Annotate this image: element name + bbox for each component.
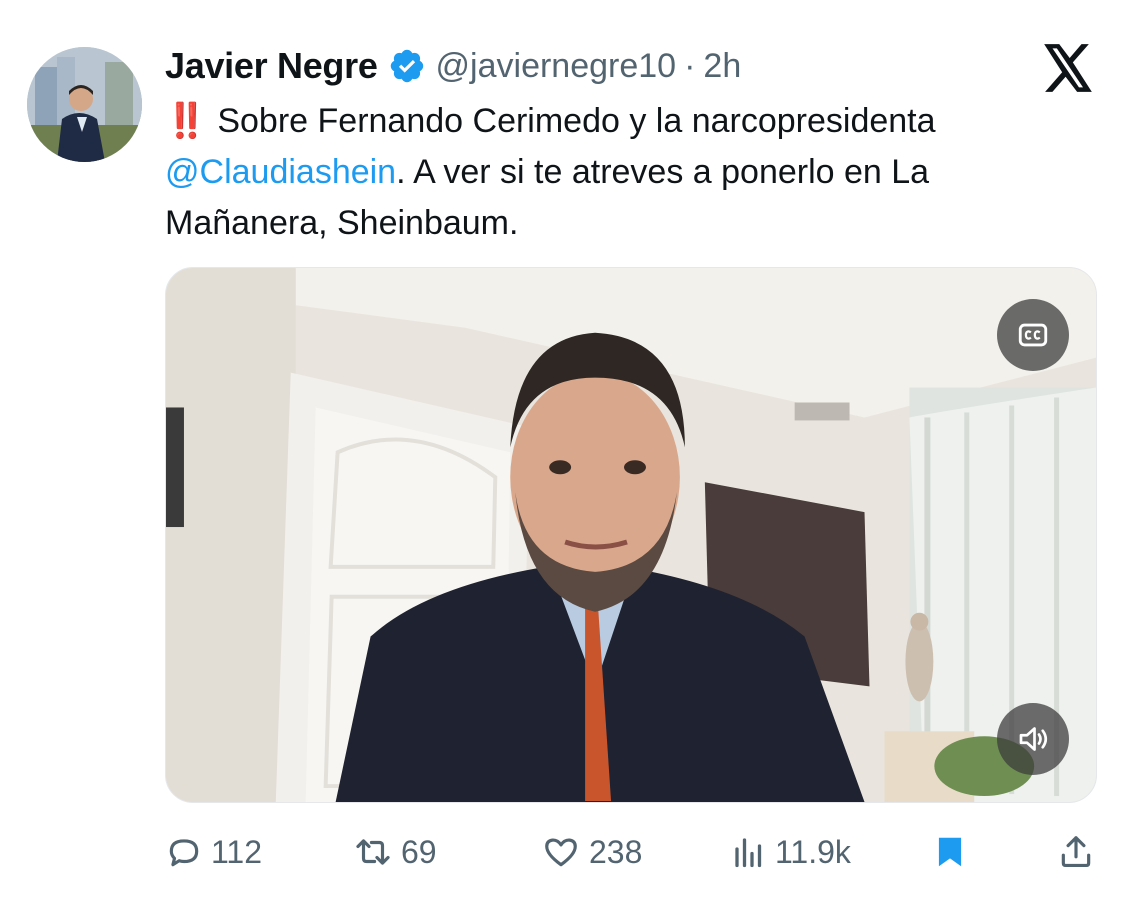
bookmark-button[interactable] [931,825,969,879]
x-logo-icon [1042,44,1094,92]
avatar-image [27,47,142,162]
separator-dot: · [684,46,696,85]
author-name[interactable]: Javier Negre [165,45,378,87]
tweet-header: Javier Negre @javiernegre10 · 2h [165,40,741,92]
author-avatar[interactable] [27,47,142,162]
view-count: 11.9k [775,833,851,870]
reply-icon [169,839,199,867]
captions-button[interactable] [997,299,1069,371]
video-frame [166,268,1096,802]
verified-badge-icon [388,47,426,85]
tweet-timestamp[interactable]: 2h [703,47,741,86]
retweet-button[interactable]: 69 [353,825,437,879]
volume-button[interactable] [997,703,1069,775]
like-count: 238 [589,833,643,870]
views-button[interactable]: 11.9k [731,825,851,879]
bookmark-icon [938,837,962,867]
retweet-icon [356,839,390,865]
cc-icon [1018,323,1048,347]
retweet-count: 69 [401,833,437,870]
mention-link[interactable]: @Claudiashein [165,153,396,191]
author-handle[interactable]: @javiernegre10 [436,47,677,86]
tweet-text: ‼️ Sobre Fernando Cerimedo y la narcopres… [165,96,1085,249]
double-exclamation-emoji: ‼️ [165,102,207,140]
like-button[interactable]: 238 [541,825,642,879]
action-bar: 112 69 238 11.9k [165,825,1097,879]
reply-count: 112 [211,833,263,870]
reply-button[interactable]: 112 [165,825,262,879]
views-icon [735,838,762,868]
share-button[interactable] [1057,825,1095,879]
share-icon [1061,836,1091,868]
tweet-text-line1: Sobre Fernando Cerimedo y la narcopresid… [217,102,936,140]
video-player[interactable] [165,267,1097,803]
volume-icon [1019,727,1048,751]
heart-icon [545,838,577,867]
